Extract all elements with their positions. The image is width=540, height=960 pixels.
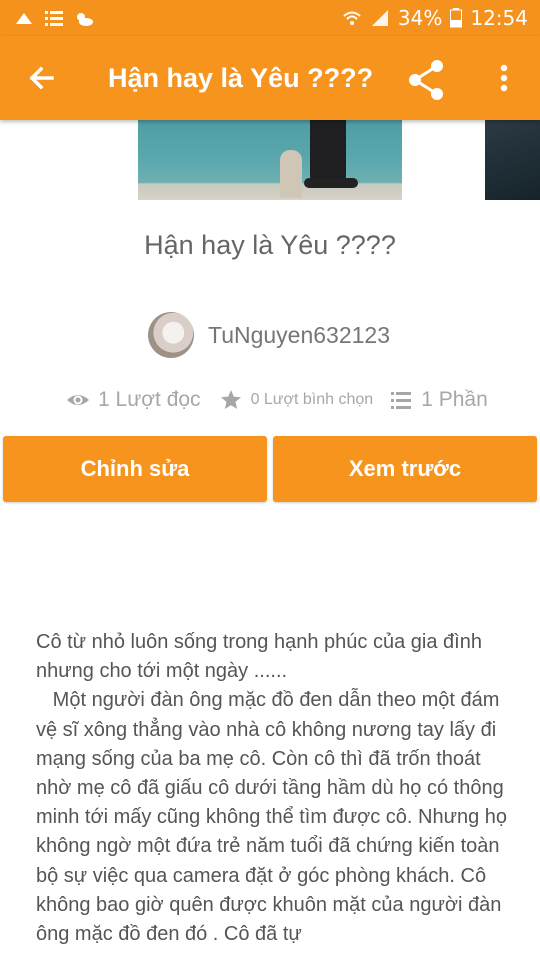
weather-icon: [77, 13, 93, 26]
cover-figure-shape: [310, 120, 346, 184]
battery-percent: 34%: [397, 6, 443, 30]
status-right: 34% 12:54: [342, 6, 528, 30]
edit-button[interactable]: Chỉnh sửa: [3, 436, 267, 502]
app-toolbar: Hận hay là Yêu ????: [0, 36, 540, 120]
cover-post-shape: [280, 150, 302, 198]
more-vert-icon[interactable]: [490, 58, 518, 102]
parts-count: 1 Phần: [421, 388, 488, 411]
upload-icon: [16, 13, 32, 24]
stat-votes: 0 Lượt bình chọn: [219, 388, 390, 412]
arrow-back-icon[interactable]: [22, 58, 62, 98]
author-name[interactable]: TuNguyen632123: [208, 322, 390, 349]
status-left-icons: [14, 9, 94, 27]
share-icon[interactable]: [404, 58, 448, 102]
eye-icon: [67, 395, 89, 405]
reads-count: 1 Lượt đọc: [98, 388, 201, 411]
signal-icon: [371, 10, 388, 26]
stat-parts: 1 Phần: [389, 388, 488, 412]
next-cover-image[interactable]: [485, 120, 540, 200]
toolbar-title: Hận hay là Yêu ????: [108, 63, 374, 93]
cover-shoe-shape: [304, 178, 358, 188]
preview-button[interactable]: Xem trước: [273, 436, 537, 502]
author-row[interactable]: TuNguyen632123: [148, 312, 390, 358]
list-icon: [391, 392, 412, 409]
story-title: Hận hay là Yêu ????: [144, 230, 396, 260]
avatar[interactable]: [148, 312, 194, 358]
votes-count: 0 Lượt bình chọn: [250, 391, 374, 408]
wifi-icon: [343, 11, 361, 25]
star-icon: [220, 390, 241, 409]
clock: 12:54: [470, 6, 528, 30]
story-cover-image[interactable]: [138, 120, 402, 200]
story-stats: 1 Lượt đọc 0 Lượt bình chọn 1 Phần: [66, 384, 488, 416]
status-bar: 34% 12:54: [0, 0, 540, 36]
stat-reads: 1 Lượt đọc: [66, 388, 219, 412]
story-description: Cô từ nhỏ luôn sống trong hạnh phúc của …: [36, 631, 508, 946]
battery-icon: [450, 8, 463, 28]
list-icon: [45, 11, 63, 26]
